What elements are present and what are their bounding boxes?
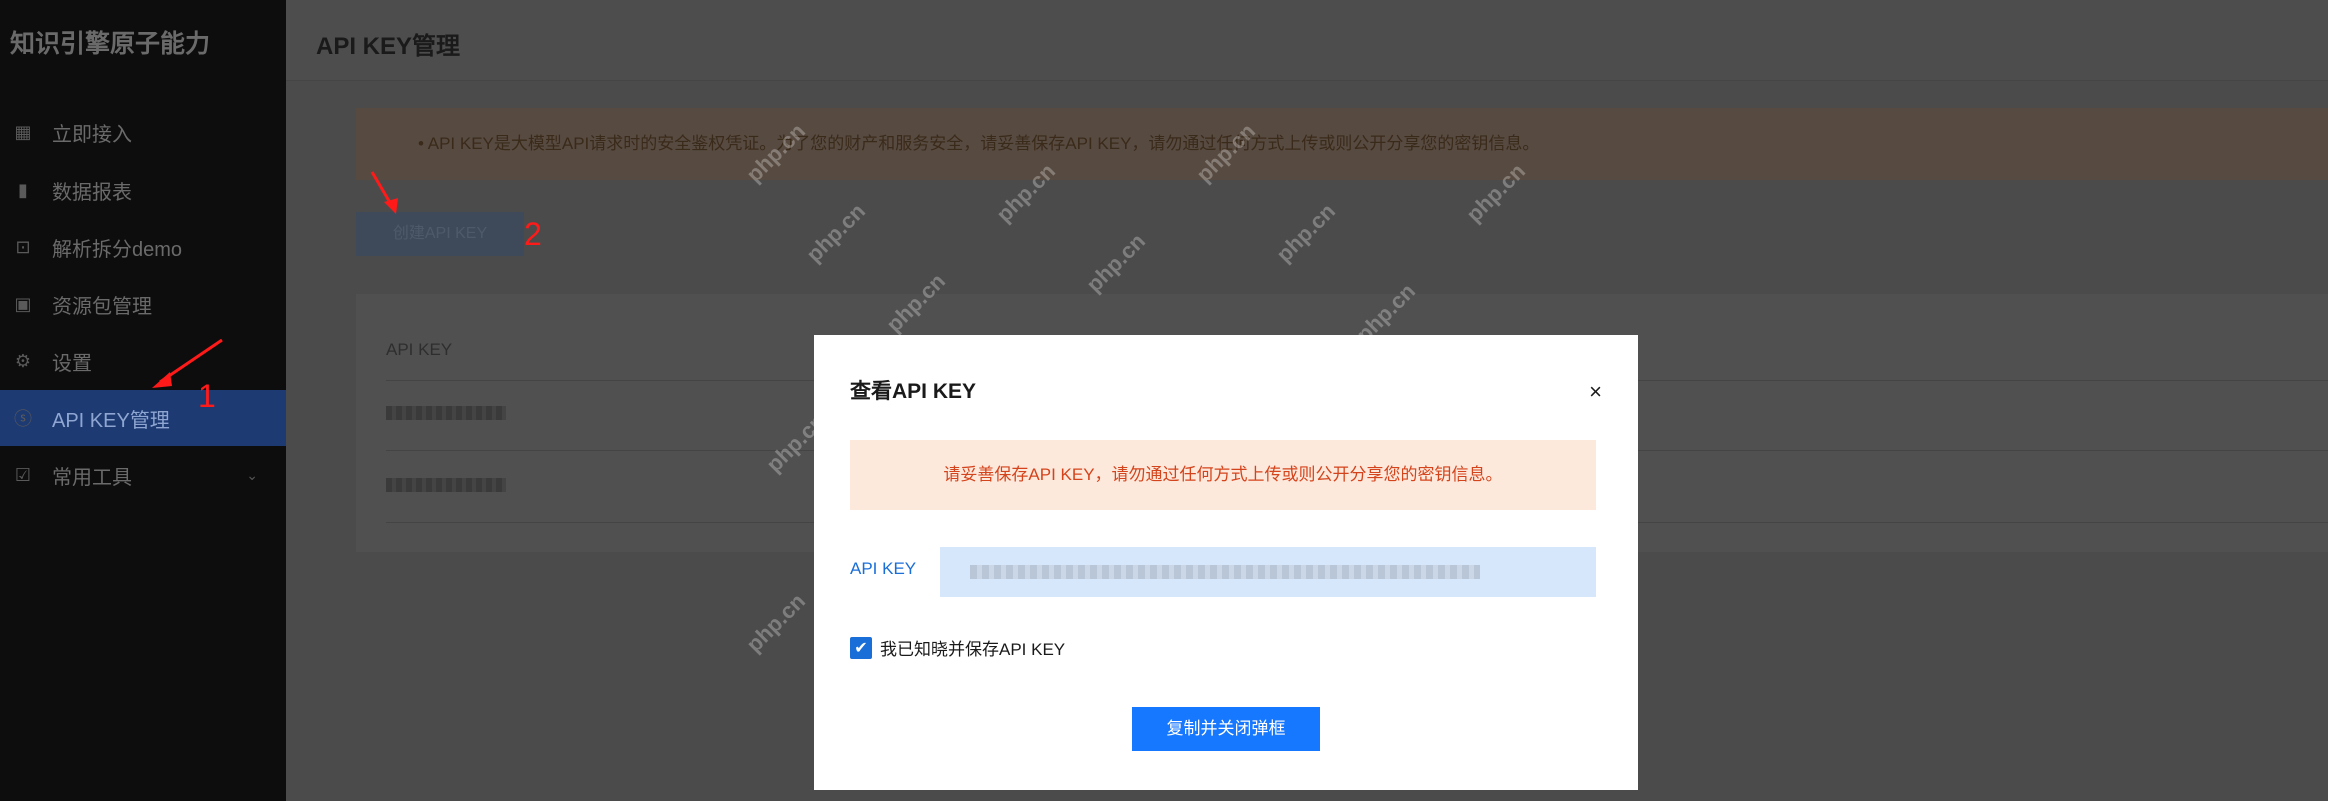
close-icon[interactable]: ×: [1589, 379, 1602, 405]
annotation-label-1: 1: [198, 378, 216, 414]
api-key-label: API KEY: [850, 559, 917, 578]
acknowledge-checkbox[interactable]: ✔: [850, 636, 872, 659]
check-icon: ✔: [854, 639, 868, 657]
copy-and-close-button[interactable]: 复制并关闭弹框: [1132, 707, 1320, 751]
view-api-key-modal: 查看API KEY × 请妥善保存API KEY，请勿通过任何方式上传或则公开分…: [814, 335, 1638, 790]
acknowledge-row: ✔ 我已知晓并保存API KEY: [850, 635, 1065, 660]
masked-api-key-value: [970, 565, 1480, 579]
acknowledge-label[interactable]: 我已知晓并保存API KEY: [880, 635, 1065, 660]
modal-title: 查看API KEY: [850, 380, 977, 403]
warning-banner: 请妥善保存API KEY，请勿通过任何方式上传或则公开分享您的密钥信息。: [850, 440, 1596, 510]
api-key-field[interactable]: [940, 547, 1596, 597]
annotation-label-2: 2: [524, 216, 542, 252]
